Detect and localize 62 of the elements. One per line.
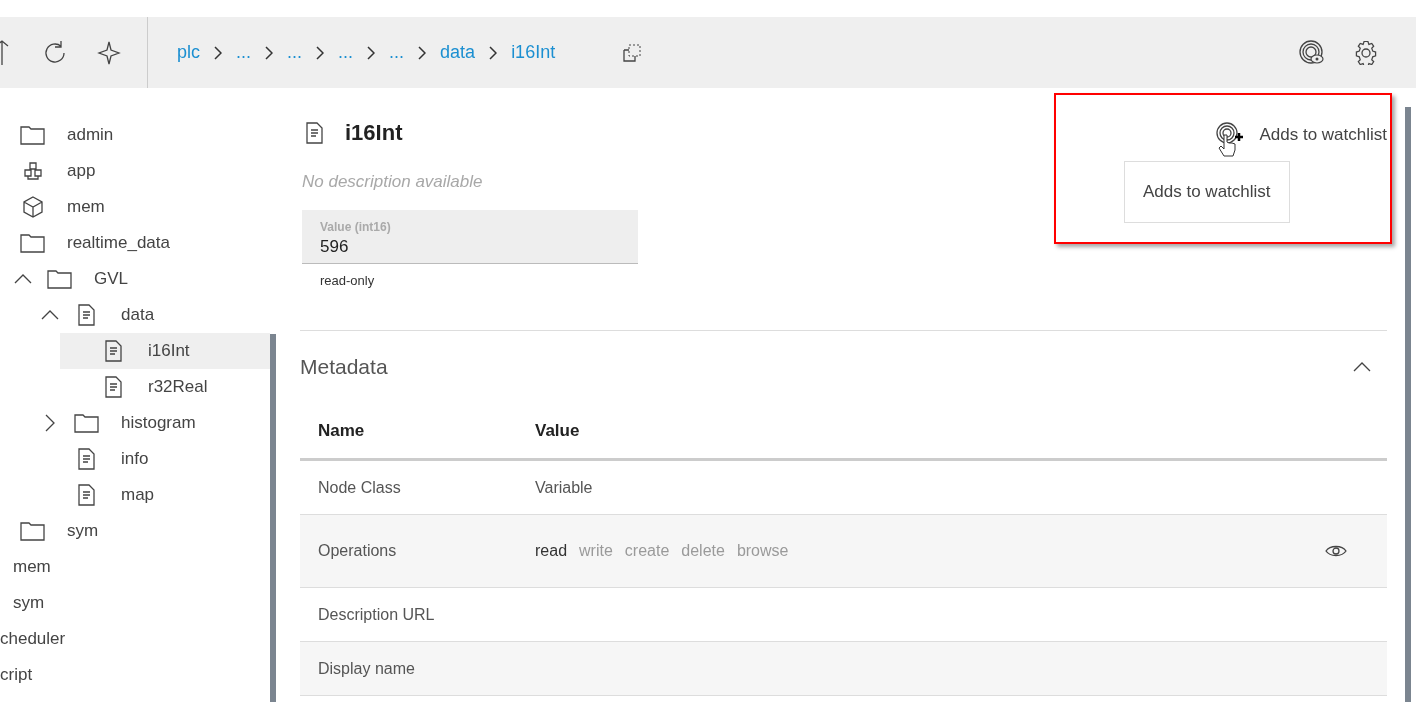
folder-icon: [20, 233, 45, 253]
chevron-up-icon: [41, 310, 59, 320]
tree-item[interactable]: admin: [0, 117, 270, 153]
value-field: Value (int16) 596: [302, 210, 638, 264]
tree-item[interactable]: realtime_data: [0, 225, 270, 261]
table-cell-text: Node Class: [318, 478, 402, 497]
cube-icon: [20, 195, 45, 219]
table-cell-text: Variable: [535, 478, 594, 497]
operation-label: delete: [681, 542, 725, 560]
folder-icon: [20, 125, 45, 145]
operation-label: read: [535, 542, 568, 560]
document-icon: [306, 122, 323, 144]
table-cell-text: Operations: [318, 542, 398, 560]
document-icon: [78, 448, 95, 470]
tree-item[interactable]: mem: [0, 189, 270, 225]
eye-icon[interactable]: [1325, 544, 1347, 558]
document-icon: [105, 376, 122, 398]
tree-item[interactable]: map: [33, 477, 270, 513]
document-icon: [78, 484, 95, 506]
tree-item[interactable]: data: [33, 297, 270, 333]
tree-item[interactable]: r32Real: [60, 369, 270, 405]
chevron-right-icon: [367, 45, 376, 60]
tree-item[interactable]: GVL: [6, 261, 270, 297]
tree-item[interactable]: i16Int: [60, 333, 270, 369]
tree-item[interactable]: app: [0, 153, 270, 189]
chevron-right-icon: [489, 45, 498, 60]
scrollbar[interactable]: [270, 334, 276, 702]
helper-text: read-only: [319, 273, 376, 288]
tree-item[interactable]: mem: [0, 549, 270, 585]
cubes-icon: [22, 161, 43, 181]
tree-item[interactable]: sym: [0, 585, 270, 621]
tree-item[interactable]: cript: [0, 657, 270, 693]
chevron-up-icon: [1353, 362, 1371, 372]
operation-label: create: [624, 542, 670, 560]
folder-icon: [74, 413, 99, 433]
document-icon: [105, 340, 122, 362]
node-title: i16Int: [345, 120, 403, 146]
description-text: No description available: [301, 172, 483, 192]
tooltip: Adds to watchlist: [1124, 161, 1290, 223]
tree-item[interactable]: sym: [0, 513, 270, 549]
chevron-up-icon: [14, 274, 32, 284]
table-cell-text: Display name: [318, 659, 416, 678]
table-cell-text: Description URL: [318, 605, 436, 624]
column-header: Name: [318, 420, 366, 441]
operation-label: write: [579, 542, 613, 560]
chevron-right-icon: [316, 45, 325, 60]
section-title: Metadata: [300, 355, 388, 379]
watchlist-add-icon[interactable]: [1215, 121, 1246, 159]
chevron-right-icon: [45, 414, 55, 432]
chevron-right-icon: [214, 45, 222, 60]
tree-item[interactable]: info: [33, 441, 270, 477]
operation-label: browse: [736, 542, 789, 560]
chevron-right-icon: [418, 45, 427, 60]
chevron-right-icon: [265, 45, 274, 60]
scrollbar[interactable]: [1405, 107, 1411, 702]
add-to-watchlist-button[interactable]: Adds to watchlist: [1259, 125, 1387, 145]
folder-icon: [20, 521, 45, 541]
tree-item[interactable]: histogram: [33, 405, 270, 441]
tree-item[interactable]: cheduler: [0, 621, 270, 657]
column-header: Value: [535, 420, 581, 441]
document-icon: [78, 304, 95, 326]
folder-icon: [47, 269, 72, 289]
